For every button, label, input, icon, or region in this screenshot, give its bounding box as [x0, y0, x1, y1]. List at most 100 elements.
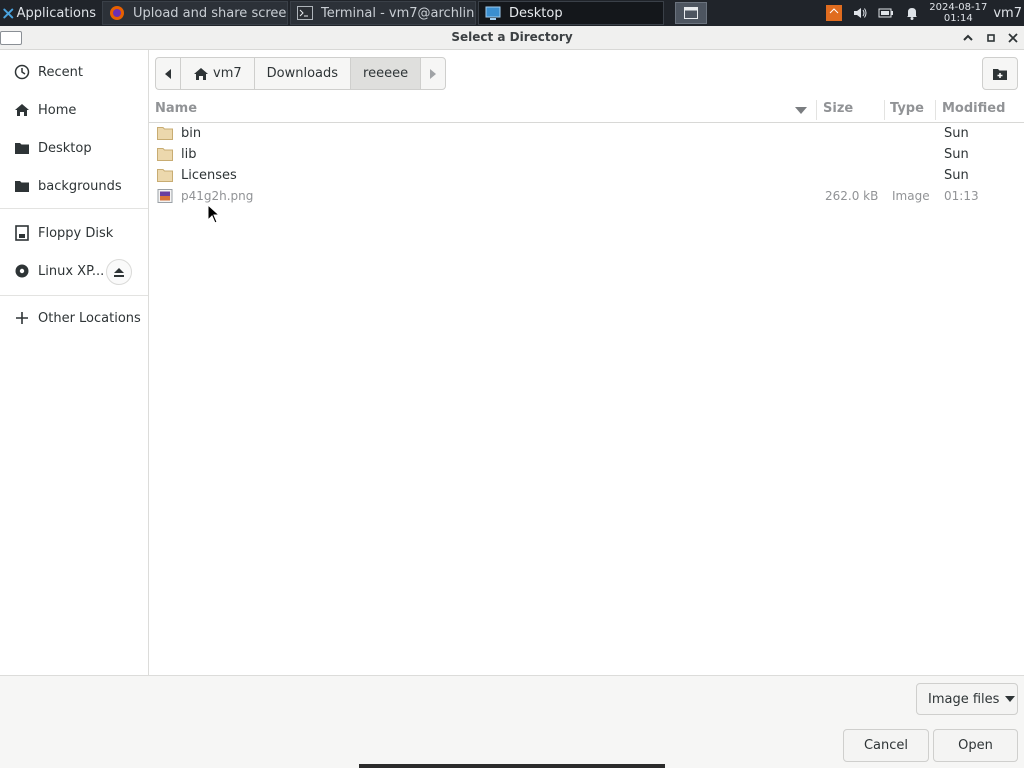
file-row-folder[interactable]: Licenses Sun	[149, 165, 1024, 186]
file-list-header: Name Size Type Modified	[149, 97, 1024, 123]
mouse-cursor-icon	[207, 204, 221, 224]
path-segment-home[interactable]: vm7	[180, 57, 254, 90]
dialog-title: Select a Directory	[451, 30, 573, 44]
path-segment-label: reeeee	[363, 66, 409, 81]
sidebar-item-home[interactable]: Home	[0, 92, 148, 128]
sort-descending-icon[interactable]	[795, 107, 807, 114]
new-folder-button[interactable]	[982, 57, 1018, 90]
window-edge-bar	[359, 764, 665, 768]
file-row-folder[interactable]: lib Sun	[149, 144, 1024, 165]
taskbar-task-desktop[interactable]: Desktop	[478, 1, 664, 25]
sidebar-item-recent[interactable]: Recent	[0, 54, 148, 90]
window-icon	[684, 7, 699, 19]
taskbar: Applications Upload and share screen... …	[0, 0, 1024, 26]
sidebar-item-label: Recent	[38, 64, 83, 80]
sidebar-item-other-locations[interactable]: Other Locations	[0, 300, 148, 336]
places-sidebar: Recent Home Desktop backgrounds Floppy D…	[0, 50, 149, 675]
image-file-icon	[157, 189, 173, 203]
taskbar-task-firefox[interactable]: Upload and share screen...	[102, 1, 288, 25]
column-header-type[interactable]: Type	[890, 101, 924, 116]
sidebar-item-floppy-disk[interactable]: Floppy Disk	[0, 215, 148, 251]
sidebar-item-label: Home	[38, 102, 77, 118]
chevron-left-icon	[165, 68, 171, 79]
column-separator[interactable]	[884, 100, 885, 120]
sidebar-item-backgrounds[interactable]: backgrounds	[0, 168, 148, 204]
disc-icon	[14, 263, 30, 279]
file-modified: Sun	[944, 126, 969, 141]
eject-icon	[114, 267, 124, 277]
file-name: bin	[181, 126, 202, 141]
open-button[interactable]: Open	[933, 729, 1018, 762]
sidebar-item-label: Floppy Disk	[38, 225, 114, 241]
file-row-image[interactable]: p41g2h.png 262.0 kB Image 01:13	[149, 186, 1024, 207]
sidebar-item-label: Desktop	[38, 140, 92, 156]
file-type: Image	[892, 189, 930, 203]
folder-icon	[14, 140, 30, 156]
xfce-logo-icon	[3, 8, 14, 18]
path-back-button[interactable]	[155, 57, 180, 90]
taskbar-task-label: Upload and share screen...	[133, 5, 287, 21]
folder-icon	[14, 178, 30, 194]
desktop-icon	[485, 6, 501, 20]
close-icon	[1008, 33, 1018, 43]
file-size: 262.0 kB	[825, 189, 879, 203]
file-name: lib	[181, 147, 197, 162]
sidebar-item-label: backgrounds	[38, 178, 122, 194]
taskbar-task-label: Terminal - vm7@archlinu...	[321, 5, 475, 21]
close-button[interactable]	[1005, 30, 1021, 46]
file-type-filter-dropdown[interactable]: Image files	[916, 683, 1018, 715]
path-segment-label: Downloads	[266, 66, 339, 81]
applications-menu-label: Applications	[16, 5, 96, 21]
file-modified: 01:13	[944, 189, 979, 203]
sidebar-separator	[0, 208, 148, 209]
sidebar-item-label: Other Locations	[38, 310, 141, 326]
update-notifier-icon[interactable]	[825, 4, 843, 22]
clock-time: 01:14	[943, 13, 973, 24]
chevron-up-icon	[963, 34, 973, 41]
chevron-down-icon	[1005, 696, 1016, 702]
eject-button[interactable]	[106, 259, 132, 285]
minimize-button[interactable]	[960, 30, 976, 46]
new-folder-icon	[993, 68, 1007, 80]
show-desktop-button[interactable]	[675, 2, 708, 24]
column-header-size[interactable]: Size	[823, 101, 853, 116]
path-segment-downloads[interactable]: Downloads	[253, 57, 351, 90]
path-bar: vm7 Downloads reeeee	[155, 57, 447, 90]
file-modified: Sun	[944, 147, 969, 162]
home-icon	[14, 102, 30, 118]
clock-date: 2024-08-17	[929, 2, 988, 13]
sidebar-separator	[0, 295, 148, 296]
column-header-modified[interactable]: Modified	[942, 101, 1005, 116]
clock[interactable]: 2024-08-17 01:14	[929, 2, 987, 24]
cancel-button[interactable]: Cancel	[843, 729, 929, 762]
firefox-icon	[110, 6, 124, 20]
filter-label: Image files	[928, 691, 1000, 707]
sidebar-item-linux-xp[interactable]: Linux XP...	[0, 253, 148, 289]
path-segment-current[interactable]: reeeee	[350, 57, 421, 90]
file-row-folder[interactable]: bin Sun	[149, 123, 1024, 144]
plus-icon	[14, 310, 30, 326]
volume-icon[interactable]	[851, 4, 869, 22]
folder-icon	[157, 127, 173, 140]
path-segment-label: vm7	[213, 66, 242, 81]
sidebar-item-label: Linux XP...	[38, 263, 105, 279]
taskbar-task-label: Desktop	[509, 5, 563, 21]
battery-icon[interactable]	[877, 4, 895, 22]
path-forward-button[interactable]	[420, 57, 447, 90]
folder-icon	[157, 148, 173, 161]
column-separator[interactable]	[935, 100, 936, 120]
home-icon	[194, 67, 208, 80]
column-separator[interactable]	[816, 100, 817, 120]
file-name: p41g2h.png	[181, 189, 254, 203]
file-modified: Sun	[944, 168, 969, 183]
sidebar-item-desktop[interactable]: Desktop	[0, 130, 148, 166]
taskbar-task-terminal[interactable]: Terminal - vm7@archlinu...	[290, 1, 476, 25]
maximize-icon	[987, 34, 995, 42]
system-tray: 2024-08-17 01:14 vm7	[821, 0, 1024, 26]
maximize-button[interactable]	[983, 30, 999, 46]
column-header-name[interactable]: Name	[155, 101, 197, 116]
notification-bell-icon[interactable]	[903, 4, 921, 22]
user-menu-label[interactable]: vm7	[993, 6, 1022, 21]
applications-menu-button[interactable]: Applications	[0, 0, 100, 26]
floppy-icon	[14, 225, 30, 241]
